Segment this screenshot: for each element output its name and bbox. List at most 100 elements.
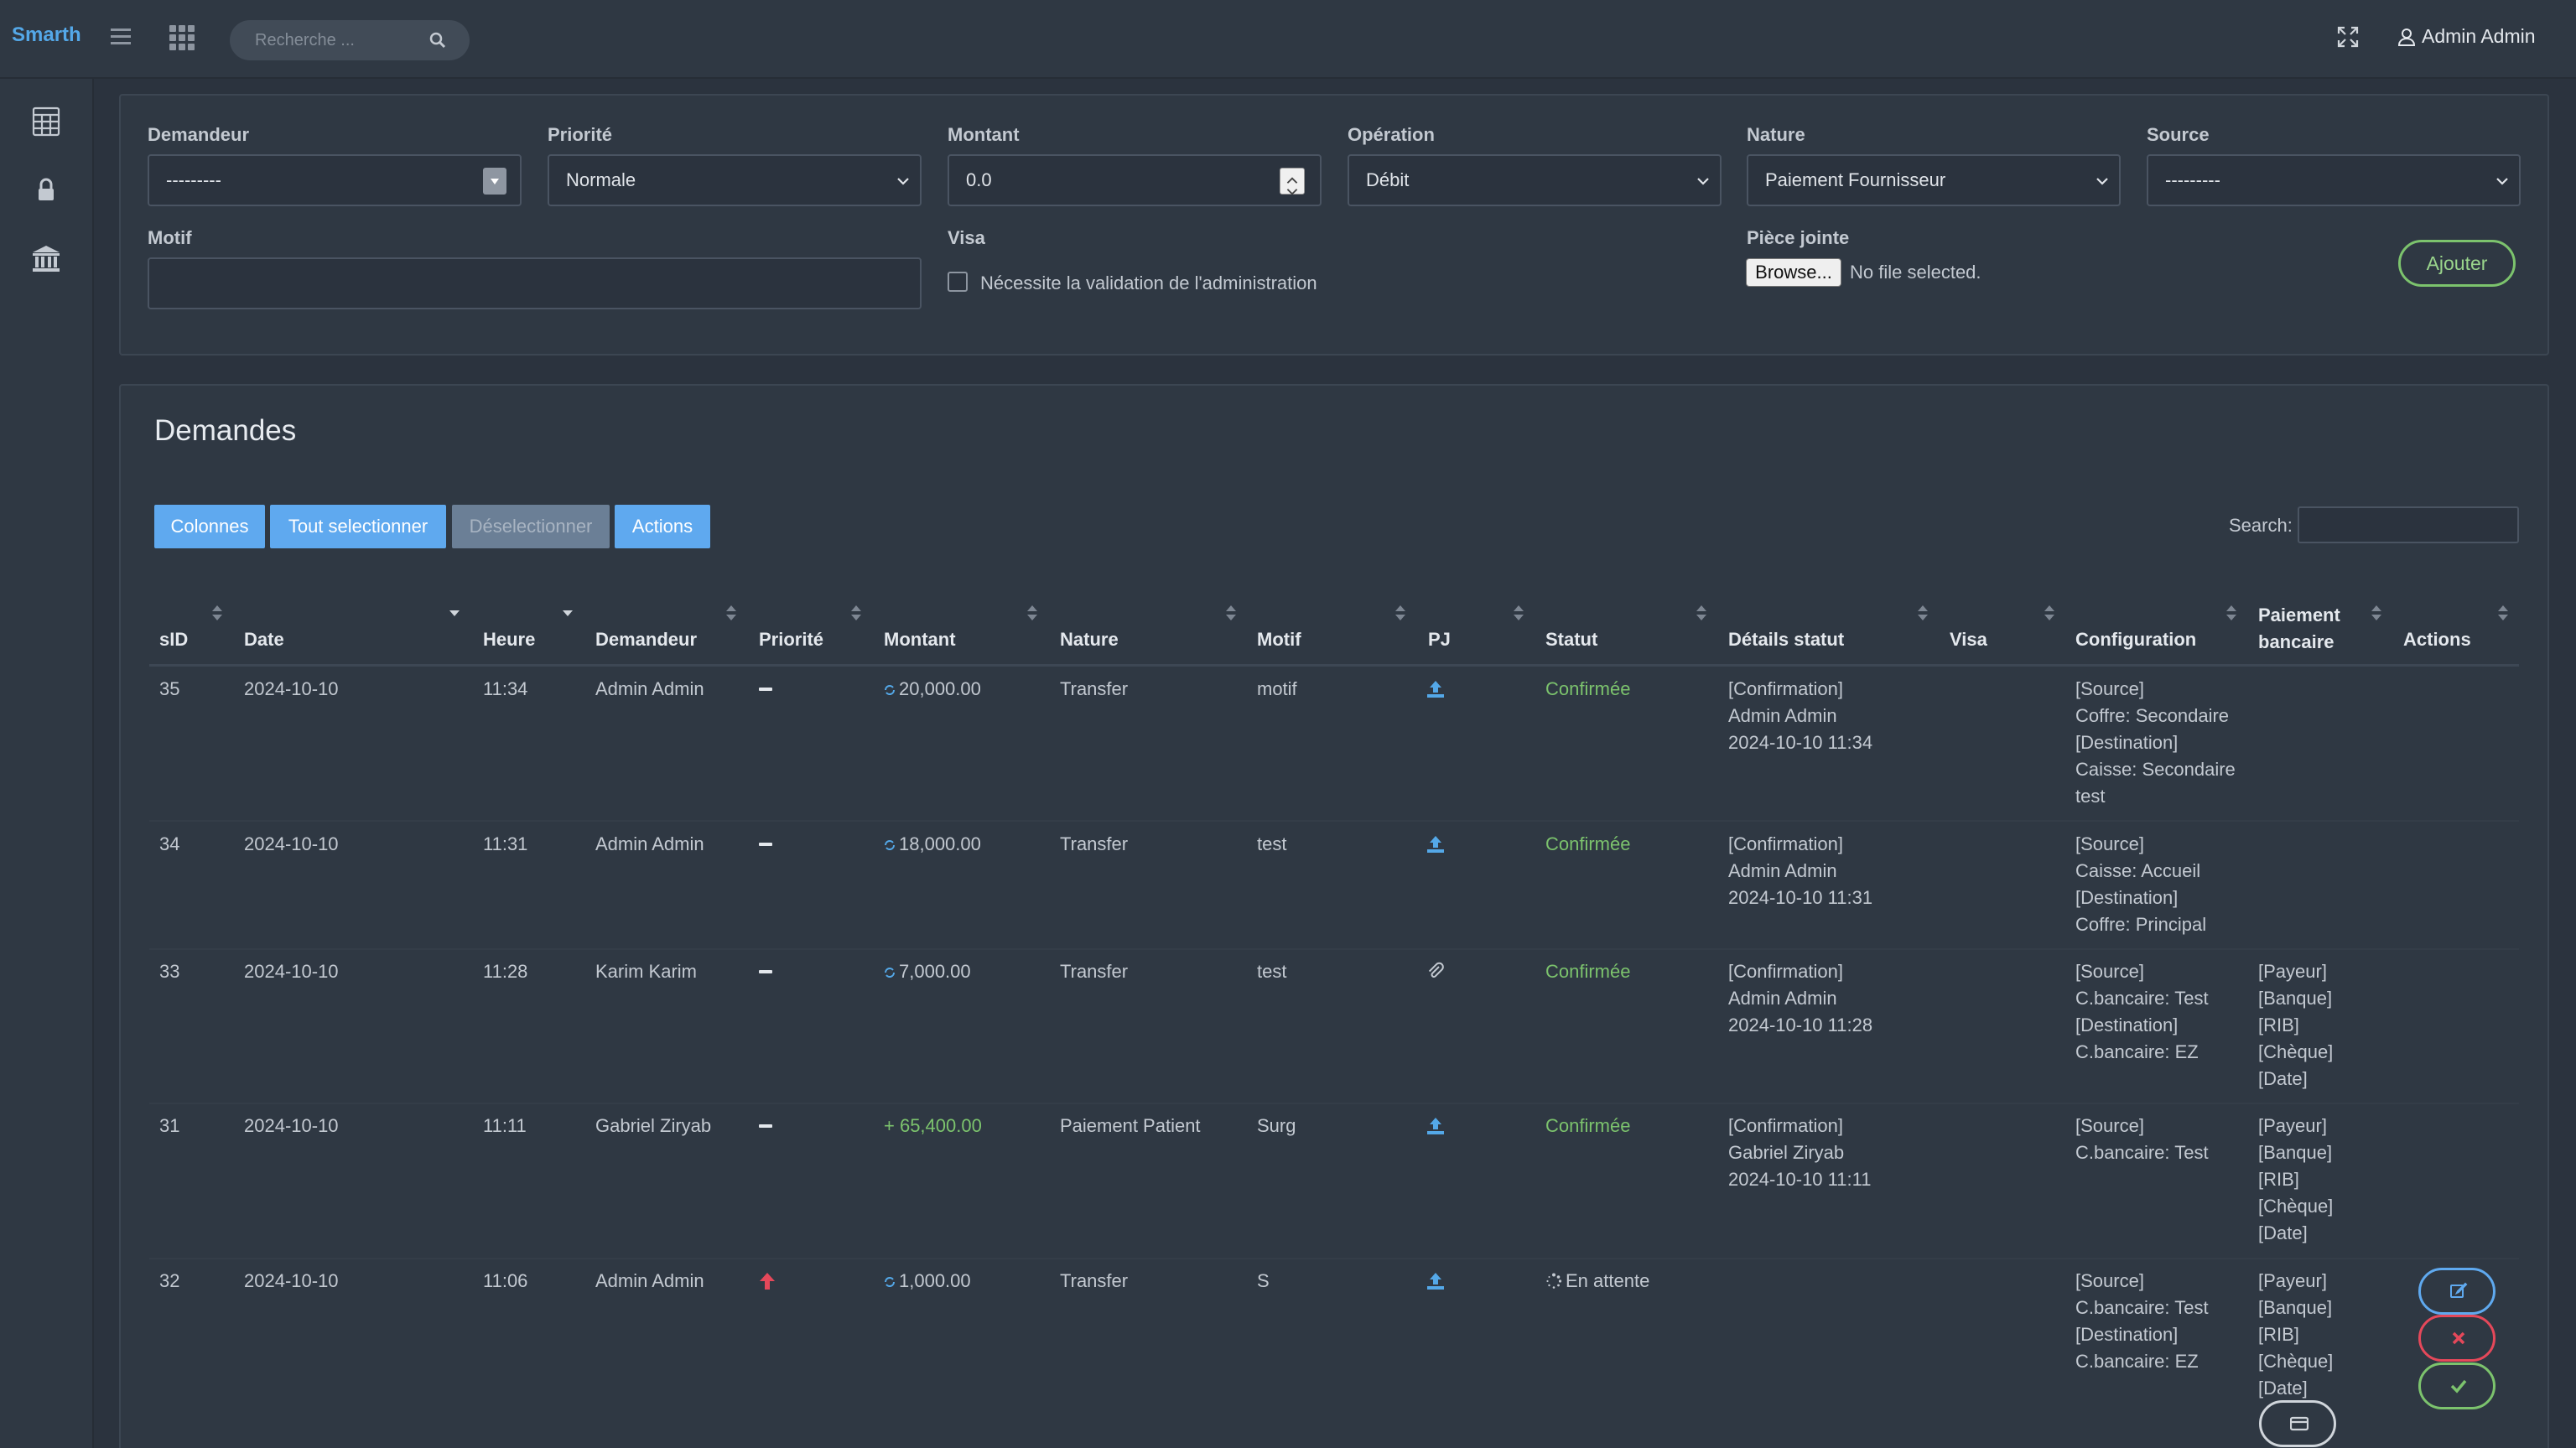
apps-grid-icon[interactable] [169,25,195,50]
col-heure[interactable]: Heure [483,629,535,651]
upload-icon[interactable] [1426,679,1446,699]
bank-icon[interactable] [30,243,62,275]
cell-nature: Transfer [1060,961,1129,982]
sort-icon[interactable] [212,605,222,622]
nature-select[interactable]: Paiement Fournisseur [1747,154,2121,206]
cell-details-statut: [Confirmation] Admin Admin 2024-10-10 11… [1728,678,1873,753]
montant-label: Montant [948,124,1020,145]
sort-icon[interactable] [1395,605,1405,622]
sort-desc-icon[interactable] [449,605,460,622]
user-menu[interactable]: Admin Admin [2397,25,2536,48]
menu-toggle-icon[interactable] [111,29,131,45]
montant-amount: 1,000.00 [899,1270,971,1291]
col-details-statut[interactable]: Détails statut [1728,629,1844,651]
browse-button[interactable]: Browse... [1746,258,1841,287]
motif-input[interactable] [148,257,922,309]
bank-payment-button[interactable] [2259,1400,2336,1447]
cell-demandeur: Admin Admin [595,1270,704,1291]
confirm-button[interactable] [2418,1362,2496,1409]
operation-value: Débit [1366,169,1410,190]
transfer-icon [885,840,895,850]
col-nature[interactable]: Nature [1060,629,1119,651]
status-badge: Confirmée [1545,1115,1631,1136]
reject-button[interactable] [2418,1315,2496,1362]
ajouter-button[interactable]: Ajouter [2398,240,2516,287]
edit-button[interactable] [2418,1268,2496,1315]
cell-nature: Transfer [1060,678,1129,699]
upload-icon[interactable] [1426,1116,1446,1136]
sort-icon[interactable] [1514,605,1524,622]
cell-montant: 20,000.00 [884,676,981,703]
fullscreen-icon[interactable] [2336,25,2360,49]
cell-configuration: [Source] Caisse: Accueil [Destination] C… [2075,833,2207,935]
lock-icon[interactable] [30,174,62,206]
col-demandeur[interactable]: Demandeur [595,629,697,651]
montant-input[interactable]: 0.0 [948,154,1322,206]
source-select[interactable]: --------- [2147,154,2521,206]
priority-normal-icon [759,843,772,846]
upload-icon[interactable] [1426,834,1446,854]
col-visa[interactable]: Visa [1950,629,1987,651]
sort-icon[interactable] [2498,605,2508,622]
operation-select[interactable]: Débit [1348,154,1722,206]
sort-icon[interactable] [2044,605,2054,622]
table-search-input[interactable] [2298,506,2519,543]
cell-nature: Paiement Patient [1060,1115,1201,1136]
cell-configuration: [Source] C.bancaire: Test [Destination] … [2075,961,2209,1062]
sort-icon[interactable] [2371,605,2381,622]
col-pj[interactable]: PJ [1428,629,1451,651]
priorite-select[interactable]: Normale [548,154,922,206]
search-input[interactable] [255,29,423,52]
colonnes-button[interactable]: Colonnes [154,505,265,548]
sort-icon[interactable] [851,605,861,622]
montant-value: 0.0 [966,169,992,190]
sort-icon[interactable] [1696,605,1706,622]
cell-date: 2024-10-10 [244,833,339,854]
sort-icon[interactable] [1918,605,1928,622]
demandeur-value: --------- [166,169,221,190]
cell-heure: 11:28 [483,961,528,982]
sort-desc-icon[interactable] [563,605,573,622]
col-statut[interactable]: Statut [1545,629,1597,651]
row-divider [149,1103,2519,1104]
col-configuration[interactable]: Configuration [2075,629,2196,651]
sort-icon[interactable] [2226,605,2236,622]
cell-configuration: [Source] C.bancaire: Test [2075,1115,2209,1163]
upload-icon[interactable] [1426,1271,1446,1291]
col-sid[interactable]: sID [159,629,188,651]
demandeur-label: Demandeur [148,124,250,145]
col-date[interactable]: Date [244,629,284,651]
number-stepper[interactable] [1280,168,1305,195]
select-all-button[interactable]: Tout selectionner [270,505,446,548]
row-divider [149,948,2519,950]
cell-demandeur: Gabriel Ziryab [595,1115,712,1136]
deselect-button[interactable]: Déselectionner [452,505,610,548]
piece-jointe-label: Pièce jointe [1747,227,1850,248]
operation-label: Opération [1348,124,1435,145]
actions-button[interactable]: Actions [615,505,710,548]
cell-heure: 11:06 [483,1270,528,1291]
cell-date: 2024-10-10 [244,678,339,699]
col-montant[interactable]: Montant [884,629,956,651]
brand-logo[interactable]: Smarth [12,23,81,47]
cell-details-statut: [Confirmation] Gabriel Ziryab 2024-10-10… [1728,1115,1872,1190]
col-paiement-bancaire[interactable]: Paiement bancaire [2258,602,2359,656]
demandeur-select[interactable]: --------- [148,154,522,206]
col-motif[interactable]: Motif [1257,629,1301,651]
paperclip-icon[interactable] [1426,962,1446,982]
check-icon [2450,1379,2467,1394]
transfer-icon [885,968,895,978]
col-priorite[interactable]: Priorité [759,629,823,651]
calculator-icon[interactable] [30,106,62,138]
col-actions[interactable]: Actions [2403,629,2471,651]
visa-checkbox[interactable] [948,272,968,292]
dropdown-arrow-icon[interactable] [483,168,506,195]
chevron-down-icon [2496,178,2508,185]
status-label: En attente [1566,1270,1650,1291]
priorite-value: Normale [566,169,636,190]
search-icon[interactable] [429,32,446,49]
sort-icon[interactable] [726,605,736,622]
sort-icon[interactable] [1027,605,1037,622]
sort-icon[interactable] [1226,605,1236,622]
page-title: Demandes [154,414,297,447]
